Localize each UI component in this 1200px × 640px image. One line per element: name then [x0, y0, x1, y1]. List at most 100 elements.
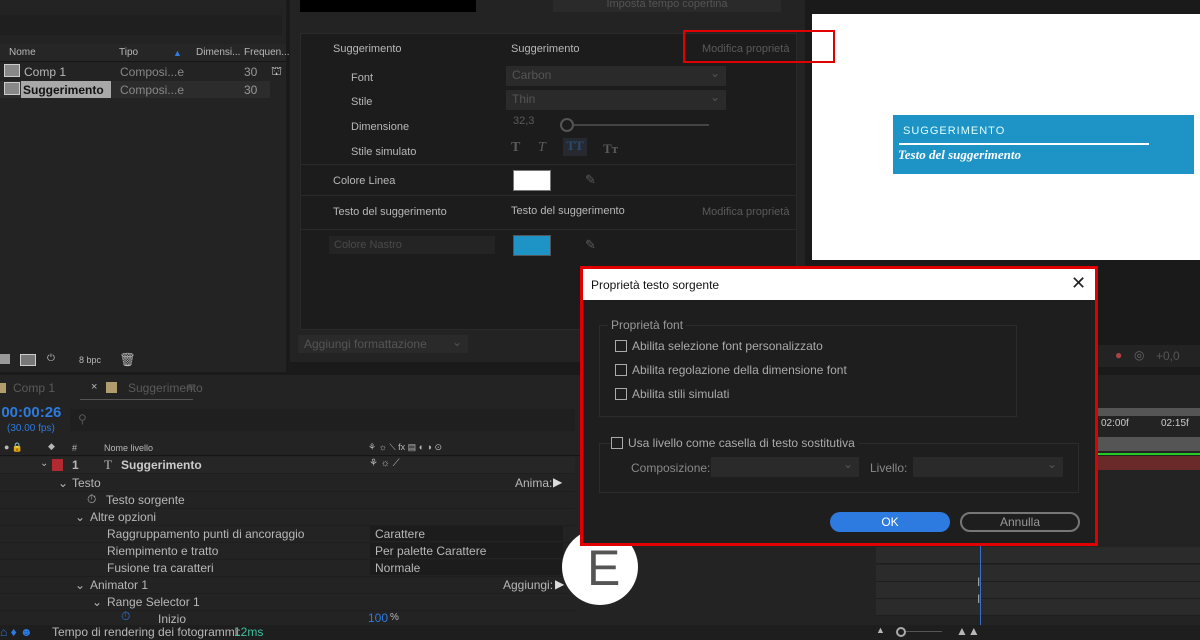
fill-stroke-dropdown[interactable]: Per palette Carattere: [370, 543, 563, 558]
zoom-in-icon[interactable]: ▲▲: [956, 624, 980, 638]
add-menu-icon[interactable]: ▶: [555, 577, 564, 591]
faux-italic-icon[interactable]: T: [538, 140, 546, 156]
render-time-label: Tempo di rendering dei fotogrammi:: [52, 625, 241, 639]
work-area-bar[interactable]: [1098, 437, 1200, 451]
start-value[interactable]: 100: [368, 611, 388, 625]
col-type[interactable]: Tipo: [119, 47, 138, 58]
composition-icon: [4, 82, 20, 95]
cancel-button[interactable]: Annulla: [960, 512, 1080, 532]
layer-dropdown[interactable]: [913, 457, 1063, 477]
exposure-reset-icon[interactable]: ◎: [1134, 348, 1144, 362]
label-icon[interactable]: ◆: [48, 441, 55, 452]
status-icons[interactable]: ⌂ ♦ ☻: [0, 625, 33, 639]
ribbon-color-swatch[interactable]: [513, 235, 551, 256]
text-value: Testo del suggerimento: [511, 205, 625, 217]
trash-icon[interactable]: 🗑: [119, 352, 136, 368]
composition-preview: SUGGERIMENTO Testo del suggerimento: [812, 14, 1200, 260]
prop-row[interactable]: ⌄ Range Selector 1: [0, 594, 575, 611]
eyedropper-icon[interactable]: ✎: [585, 172, 596, 188]
item-fps: 30: [244, 65, 258, 79]
ok-button[interactable]: OK: [830, 512, 950, 532]
composition-dropdown[interactable]: [711, 457, 859, 477]
render-icon[interactable]: ⏻: [47, 353, 55, 364]
size-label: Dimensione: [351, 121, 410, 133]
prop-row[interactable]: Riempimento e tratto Per palette Caratter…: [0, 543, 575, 560]
bpc-button[interactable]: 8 bpc: [79, 355, 101, 365]
close-tab-icon[interactable]: ×: [91, 381, 97, 393]
text-layer-icon: T: [104, 457, 112, 472]
preview-title: SUGGERIMENTO: [903, 125, 1006, 137]
close-icon[interactable]: ✕: [1071, 273, 1086, 294]
prop-row[interactable]: ⌄ Testo Anima: ▶: [0, 475, 575, 492]
font-dropdown[interactable]: Carbon: [506, 66, 726, 86]
color-channels-icon[interactable]: ●: [1115, 348, 1122, 362]
layer-search[interactable]: ⚲: [70, 409, 575, 431]
zoom-out-icon[interactable]: ▲: [876, 625, 885, 635]
font-label: Font: [351, 72, 374, 84]
lower-third-graphic: SUGGERIMENTO Testo del suggerimento: [893, 115, 1194, 174]
size-value[interactable]: 32,3: [513, 115, 534, 127]
new-composition-icon[interactable]: [20, 354, 36, 366]
size-slider-handle[interactable]: [560, 118, 574, 132]
ribbon-color-label[interactable]: Colore Nastro: [329, 236, 495, 254]
tab-comp1[interactable]: Comp 1: [13, 381, 55, 395]
flowchart-icon[interactable]: ⛫: [271, 64, 282, 80]
folder-icon[interactable]: [0, 354, 10, 364]
prop-row[interactable]: ⏱ Testo sorgente: [0, 492, 575, 509]
col-size[interactable]: Dimensi...: [196, 47, 240, 58]
keyframe-icon[interactable]: I: [977, 575, 980, 589]
style-dropdown[interactable]: Thin: [506, 90, 726, 110]
all-caps-icon[interactable]: TT: [563, 138, 587, 156]
col-name[interactable]: Nome: [9, 47, 36, 58]
prop-label: Raggruppamento punti di ancoraggio: [107, 527, 305, 541]
line-color-label: Colore Linea: [333, 175, 396, 187]
prop-label: Fusione tra caratteri: [107, 561, 214, 575]
line-color-swatch[interactable]: [513, 170, 551, 191]
col-fps[interactable]: Frequen...: [244, 47, 290, 58]
add-formatting-dropdown[interactable]: Aggiungi formattazione: [298, 335, 468, 353]
eyedropper-icon[interactable]: ✎: [585, 237, 596, 253]
text-label: Testo del suggerimento: [333, 206, 447, 218]
anchor-grouping-dropdown[interactable]: Carattere: [370, 526, 563, 541]
unit: %: [390, 612, 399, 623]
stopwatch-icon[interactable]: ⏱: [87, 492, 96, 507]
expand-icon[interactable]: ⌄: [40, 458, 48, 469]
current-time[interactable]: 0:00:00:26: [0, 404, 61, 421]
prop-row[interactable]: Raggruppamento punti di ancoraggio Caratt…: [0, 526, 575, 543]
animate-label: Anima:: [515, 476, 553, 490]
composition-icon: [4, 64, 20, 77]
faux-bold-icon[interactable]: T: [511, 140, 520, 156]
add-label: Aggiungi:: [503, 578, 554, 592]
layer-switches[interactable]: ⚘ ☼ ⟋: [369, 458, 400, 469]
project-item-suggerimento[interactable]: Suggerimento Composi...e 30: [0, 81, 270, 98]
prop-row[interactable]: ⌄ Animator 1 Aggiungi: ▶: [0, 577, 575, 594]
visibility-icons[interactable]: ● 🔒: [4, 442, 23, 453]
custom-font-checkbox[interactable]: Abilita selezione font personalizzato: [615, 339, 823, 353]
prop-row[interactable]: Fusione tra caratteri Normale: [0, 560, 575, 577]
zoom-slider-handle[interactable]: [896, 627, 906, 637]
layer-name[interactable]: Suggerimento: [121, 458, 202, 472]
stopwatch-icon[interactable]: ⏱: [121, 609, 130, 624]
small-caps-icon[interactable]: Tт: [603, 141, 618, 157]
exposure-value[interactable]: +0,0: [1156, 349, 1180, 363]
project-item-comp1[interactable]: Comp 1 Composi...e 30: [0, 63, 270, 80]
size-slider-track[interactable]: [574, 124, 709, 126]
font-size-checkbox[interactable]: Abilita regolazione della dimensione fon…: [615, 363, 847, 377]
col-number: #: [72, 443, 78, 453]
faux-styles-checkbox[interactable]: Abilita stili simulati: [615, 387, 729, 401]
blending-dropdown[interactable]: Normale: [370, 560, 563, 575]
animate-menu-icon[interactable]: ▶: [553, 475, 562, 489]
ruler-tick: 02:00f: [1101, 418, 1129, 429]
prop-row[interactable]: ⌄ Altre opzioni: [0, 509, 575, 526]
layer-bar[interactable]: [1098, 456, 1200, 470]
keyframe-icon[interactable]: I: [977, 592, 980, 606]
set-poster-time-button[interactable]: Imposta tempo copertina: [553, 0, 781, 12]
label-color[interactable]: [52, 459, 63, 471]
layer-row[interactable]: ⌄ 1 T Suggerimento ⚘ ☼ ⟋: [0, 457, 575, 474]
item-name[interactable]: Suggerimento: [21, 81, 111, 98]
edit-properties-link-2[interactable]: Modifica proprietà: [702, 206, 789, 218]
panel-menu-icon[interactable]: ≡: [187, 380, 194, 394]
highlight-box: [683, 30, 835, 63]
prop-label: Inizio: [158, 612, 187, 626]
replace-layer-checkbox[interactable]: Usa livello come casella di testo sostit…: [611, 436, 859, 450]
